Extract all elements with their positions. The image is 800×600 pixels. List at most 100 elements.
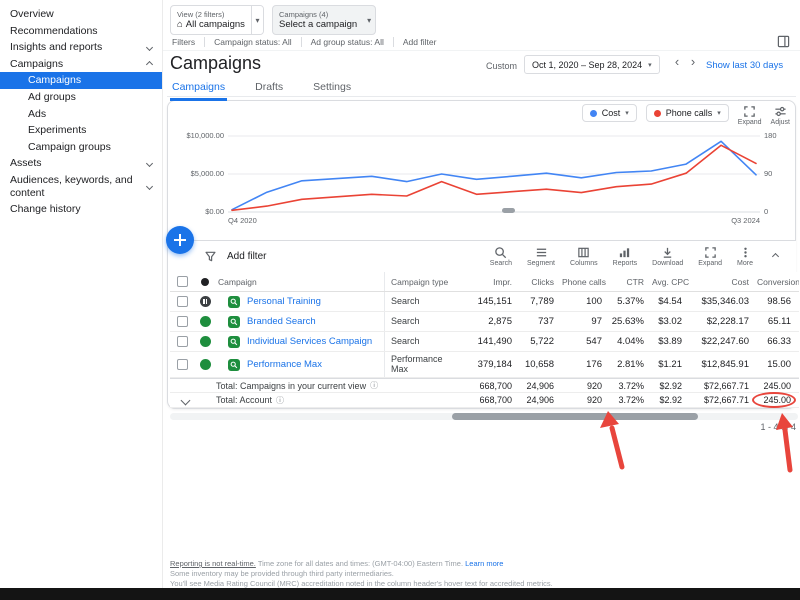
learn-more-link[interactable]: Learn more [465, 559, 503, 568]
total-label: Total: Account [216, 395, 272, 405]
horizontal-scrollbar-thumb[interactable] [452, 413, 698, 420]
metric-ctr: 5.37% [610, 296, 652, 307]
column-header-clicks[interactable]: Clicks [520, 277, 562, 287]
date-mode-label: Custom [486, 61, 517, 71]
status-enabled-icon[interactable] [200, 336, 211, 347]
status-paused-icon[interactable] [200, 296, 211, 307]
total-metric-impr: 668,700 [455, 381, 520, 391]
toolbar-action-reports[interactable]: Reports [613, 246, 638, 267]
metric-conversions: 98.56 [757, 296, 799, 307]
sidebar-item-audiences-keywords-and-content[interactable]: Audiences, keywords, and content [0, 172, 162, 201]
table-add-filter-button[interactable]: Add filter [227, 251, 266, 262]
sidebar-item-campaigns[interactable]: Campaigns [0, 56, 162, 73]
add-campaign-fab[interactable] [166, 226, 194, 254]
reporting-link[interactable]: Reporting is not real-time. [170, 559, 256, 568]
toolbar-action-search[interactable]: Search [490, 246, 512, 267]
search-icon [494, 246, 507, 259]
toolbar-action-download[interactable]: Download [652, 246, 683, 267]
campaign-type-badge-icon [228, 359, 240, 371]
metric-phone-calls: 176 [562, 359, 610, 370]
campaign-link[interactable]: Branded Search [247, 316, 316, 327]
toolbar-action-columns[interactable]: Columns [570, 246, 598, 267]
sidebar-item-campaigns[interactable]: Campaigns [0, 72, 162, 89]
sidebar-item-insights-and-reports[interactable]: Insights and reports [0, 39, 162, 56]
column-header-ctr[interactable]: CTR [610, 277, 652, 287]
chevron-down-icon [146, 44, 153, 51]
filter-funnel-icon[interactable] [204, 250, 217, 263]
date-range-picker[interactable]: Oct 1, 2020 – Sep 28, 2024 ▾ [524, 55, 660, 74]
row-checkbox[interactable] [177, 359, 188, 370]
column-header-phone-calls[interactable]: Phone calls [562, 277, 610, 287]
tab-campaigns[interactable]: Campaigns [170, 79, 227, 101]
row-checkbox[interactable] [177, 296, 188, 307]
show-last-30-days-link[interactable]: Show last 30 days [706, 60, 783, 71]
chart-timeline-slider[interactable] [502, 208, 515, 213]
metric-pill-label: Phone calls [666, 108, 713, 118]
chart-expand-button[interactable]: Expand [738, 104, 762, 126]
tab-settings[interactable]: Settings [311, 79, 353, 101]
toolbar-action-segment[interactable]: Segment [527, 246, 555, 267]
toolbar-action-more[interactable]: More [737, 246, 753, 267]
x-axis-tick: Q4 2020 [228, 216, 257, 225]
table-header-row: CampaignCampaign typeImpr.ClicksPhone ca… [170, 272, 799, 292]
sidebar-item-assets[interactable]: Assets [0, 155, 162, 172]
collapse-table-button[interactable] [769, 250, 782, 263]
campaign-selector-value: Select a campaign [279, 19, 357, 30]
sidebar-item-label: Audiences, keywords, and content [10, 174, 147, 199]
sidebar-item-ads[interactable]: Ads [0, 106, 162, 123]
sidebar-nav: OverviewRecommendationsInsights and repo… [0, 6, 162, 218]
ad-group-status-filter[interactable]: Ad group status: All [301, 37, 393, 47]
campaign-selector-dropdown[interactable]: Campaigns (4) Select a campaign ▾ [272, 5, 376, 35]
column-header-campaign[interactable]: Campaign [216, 272, 385, 291]
sidebar-item-label: Campaigns [10, 58, 147, 71]
sidebar-item-experiments[interactable]: Experiments [0, 122, 162, 139]
campaign-link[interactable]: Personal Training [247, 296, 321, 307]
side-panel-icon[interactable] [777, 35, 790, 48]
chart-adjust-button[interactable]: Adjust [771, 104, 790, 126]
row-checkbox[interactable] [177, 316, 188, 327]
info-icon[interactable]: ⓘ [370, 380, 378, 391]
column-header-impr[interactable]: Impr. [455, 277, 520, 287]
view-filter-dropdown[interactable]: View (2 filters) ⌂ All campaigns ▾ [170, 5, 264, 35]
select-all-checkbox[interactable] [177, 276, 188, 287]
sidebar-item-recommendations[interactable]: Recommendations [0, 23, 162, 40]
sidebar-item-ad-groups[interactable]: Ad groups [0, 89, 162, 106]
total-metric-ctr: 3.72% [610, 381, 652, 391]
campaign-link[interactable]: Individual Services Campaign [247, 336, 372, 347]
total-metric-conversions: 245.00 [757, 395, 799, 405]
chevron-down-icon: ▾ [717, 109, 721, 117]
status-enabled-icon[interactable] [200, 316, 211, 327]
metric-selector-cost[interactable]: Cost ▾ [582, 104, 637, 122]
campaign-status-filter[interactable]: Campaign status: All [204, 37, 300, 47]
tab-drafts[interactable]: Drafts [253, 79, 285, 101]
page-title: Campaigns [170, 53, 261, 74]
sidebar-item-campaign-groups[interactable]: Campaign groups [0, 139, 162, 156]
total-current-view-row: Total: Campaigns in your current viewⓘ66… [170, 378, 799, 393]
sidebar-item-label: Ad groups [28, 91, 152, 104]
performance-chart [228, 130, 760, 214]
date-prev-button[interactable]: ‹ [670, 54, 684, 69]
campaign-link[interactable]: Performance Max [247, 359, 322, 370]
column-header-conversions[interactable]: Conversions [757, 277, 799, 287]
filters-button[interactable]: Filters [163, 37, 204, 47]
metric-selector-phone-calls[interactable]: Phone calls ▾ [646, 104, 729, 122]
info-icon[interactable]: ⓘ [276, 395, 284, 406]
toolbar-action-expand[interactable]: Expand [698, 246, 722, 267]
add-filter-link[interactable]: Add filter [393, 37, 446, 47]
metric-impr: 141,490 [455, 336, 520, 347]
status-enabled-icon[interactable] [200, 359, 211, 370]
footer-notes: Reporting is not real-time. Time zone fo… [170, 559, 553, 588]
column-header-campaign-type[interactable]: Campaign type [385, 277, 455, 287]
column-header-cost[interactable]: Cost [690, 277, 757, 287]
y-axis-tick: $0.00 [172, 207, 224, 216]
sidebar-item-change-history[interactable]: Change history [0, 201, 162, 218]
column-header-avg-cpc[interactable]: Avg. CPC [652, 277, 690, 287]
row-checkbox[interactable] [177, 336, 188, 347]
chevron-down-icon: ▾ [251, 6, 263, 34]
date-next-button[interactable]: › [686, 54, 700, 69]
sidebar-item-overview[interactable]: Overview [0, 6, 162, 23]
toolbar-action-label: Reports [613, 260, 638, 267]
expand-totals-chevron-icon[interactable] [181, 395, 191, 405]
total-metric-impr: 668,700 [455, 395, 520, 405]
metric-conversions: 65.11 [757, 316, 799, 327]
